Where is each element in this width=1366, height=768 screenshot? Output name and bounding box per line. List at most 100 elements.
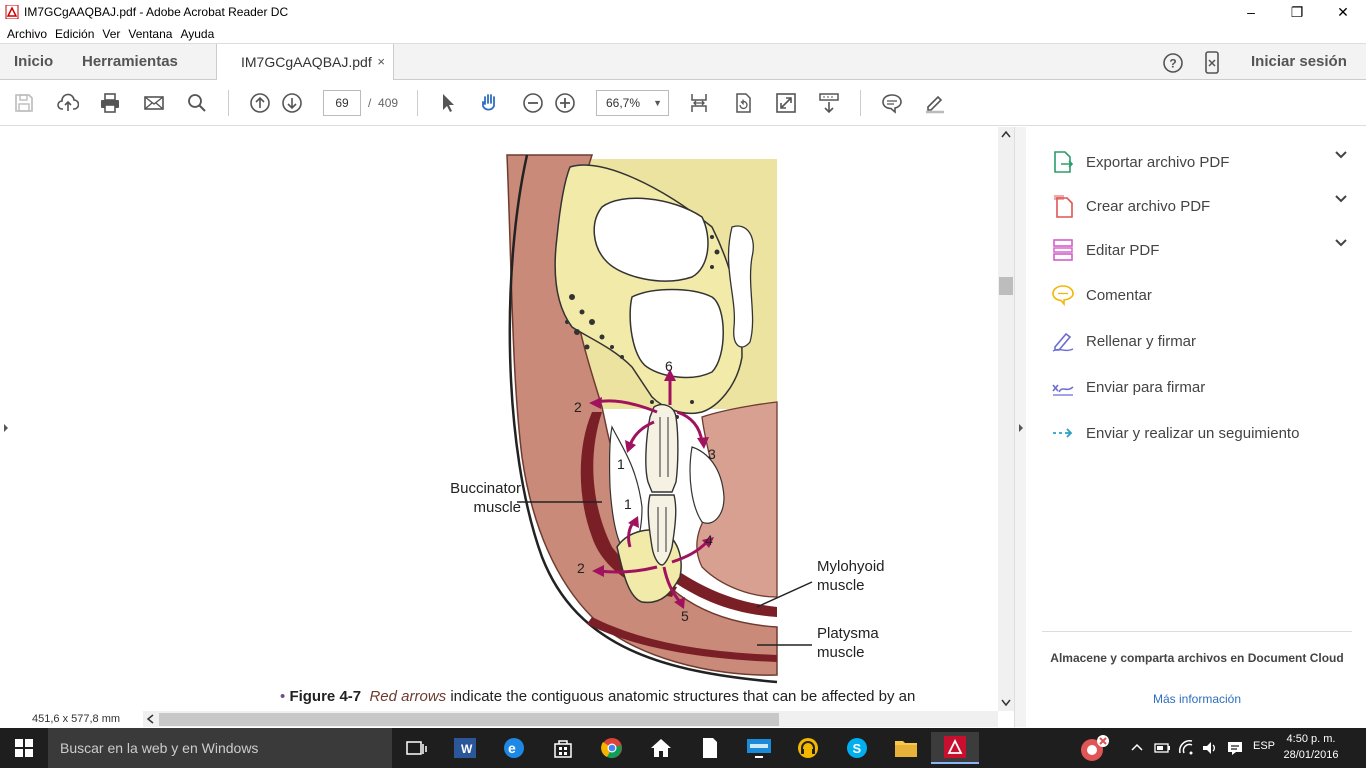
page-dimensions: 451,6 x 577,8 mm xyxy=(12,711,143,727)
cloud-upload-icon[interactable] xyxy=(56,91,80,115)
label-3: 3 xyxy=(708,446,716,462)
figure-caption: • Figure 4-7 Red arrows indicate the con… xyxy=(280,688,916,705)
close-window-button[interactable]: ✕ xyxy=(1320,0,1366,24)
label-5: 5 xyxy=(681,608,689,624)
select-cursor-icon[interactable] xyxy=(436,91,460,115)
scroll-mode-icon[interactable] xyxy=(817,91,841,115)
document-tab-label: IM7GCgAAQBAJ.pdf xyxy=(241,54,372,70)
print-icon[interactable] xyxy=(98,91,122,115)
skype-icon[interactable]: S xyxy=(833,732,881,764)
help-icon[interactable]: ? xyxy=(1162,52,1184,74)
acrobat-taskbar-icon[interactable] xyxy=(931,732,979,764)
email-icon[interactable] xyxy=(142,91,166,115)
tool-send-sign[interactable]: Enviar para firmar xyxy=(1051,372,1205,402)
tab-bar: Inicio Herramientas IM7GCgAAQBAJ.pdf × ?… xyxy=(0,43,1366,81)
clock-date: 28/01/2016 xyxy=(1283,749,1339,761)
tool-fill-sign[interactable]: Rellenar y firmar xyxy=(1051,326,1196,356)
lenovo-icon[interactable] xyxy=(735,732,783,764)
label-4: 4 xyxy=(705,532,713,548)
vertical-scrollbar[interactable] xyxy=(998,127,1014,711)
zoom-value: 66,7% xyxy=(606,96,641,110)
chrome-icon[interactable] xyxy=(588,732,636,764)
edge-icon[interactable]: e xyxy=(490,732,538,764)
page-number-input[interactable]: 69 xyxy=(323,90,361,116)
comment-toolbar-icon[interactable] xyxy=(880,91,904,115)
tab-inicio[interactable]: Inicio xyxy=(14,44,53,80)
previous-page-icon[interactable] xyxy=(248,91,272,115)
action-center-icon[interactable] xyxy=(1226,739,1244,757)
scroll-left-icon[interactable] xyxy=(146,714,154,724)
menu-ver[interactable]: Ver xyxy=(102,27,120,41)
battery-icon[interactable] xyxy=(1153,740,1171,756)
chevron-down-icon[interactable] xyxy=(1334,237,1348,251)
task-view-icon[interactable] xyxy=(392,732,440,764)
create-pdf-icon xyxy=(1051,194,1075,218)
fullscreen-icon[interactable] xyxy=(774,91,798,115)
start-button[interactable] xyxy=(0,728,48,768)
headphones-icon[interactable] xyxy=(784,732,832,764)
taskbar-search[interactable]: Buscar en la web y en Windows xyxy=(48,728,392,768)
zoom-out-icon[interactable] xyxy=(521,91,545,115)
highlight-pen-icon[interactable] xyxy=(923,91,947,115)
caption-italic: Red arrows xyxy=(369,688,447,705)
menu-ventana[interactable]: Ventana xyxy=(128,27,172,41)
rotate-icon[interactable] xyxy=(731,91,755,115)
chevron-down-icon[interactable] xyxy=(1334,193,1348,207)
next-page-icon[interactable] xyxy=(280,91,304,115)
search-icon[interactable] xyxy=(185,91,209,115)
left-panel-toggle[interactable] xyxy=(0,127,12,727)
vertical-scroll-thumb[interactable] xyxy=(999,277,1013,295)
document-icon[interactable] xyxy=(686,732,734,764)
home-icon[interactable] xyxy=(637,732,685,764)
windows-logo-icon xyxy=(15,739,33,757)
menu-archivo[interactable]: Archivo xyxy=(7,27,47,41)
scroll-up-icon[interactable] xyxy=(1001,130,1011,138)
word-icon[interactable]: W xyxy=(441,732,489,764)
sign-in-button[interactable]: Iniciar sesión xyxy=(1251,44,1347,80)
menu-bar: Archivo Edición Ver Ventana Ayuda xyxy=(0,24,1366,43)
page-separator: / xyxy=(368,96,372,110)
notification-app-icon[interactable] xyxy=(1070,732,1118,764)
zoom-select[interactable]: 66,7% ▼ xyxy=(596,90,669,116)
minimize-button[interactable]: – xyxy=(1228,0,1274,24)
hand-tool-icon[interactable] xyxy=(478,91,502,115)
clock[interactable]: 4:50 p. m. 28/01/2016 xyxy=(1283,731,1339,763)
tab-herramientas[interactable]: Herramientas xyxy=(82,44,178,80)
wifi-icon[interactable] xyxy=(1178,739,1196,757)
save-icon[interactable] xyxy=(12,91,36,115)
menu-edicion[interactable]: Edición xyxy=(55,27,94,41)
horizontal-scroll-thumb[interactable] xyxy=(159,713,779,726)
chevron-down-icon[interactable] xyxy=(1334,149,1348,163)
input-language[interactable]: ESP xyxy=(1253,740,1275,752)
caption-label: Figure 4-7 xyxy=(289,688,362,705)
title-bar: IM7GCgAAQBAJ.pdf - Adobe Acrobat Reader … xyxy=(0,0,1366,24)
show-hidden-icons[interactable] xyxy=(1130,742,1144,752)
volume-icon[interactable] xyxy=(1201,739,1219,757)
mobile-link-icon[interactable] xyxy=(1203,51,1221,75)
caption-text: indicate the contiguous anatomic structu… xyxy=(446,688,916,705)
tab-document[interactable]: IM7GCgAAQBAJ.pdf × xyxy=(216,44,394,81)
tool-send-track[interactable]: Enviar y realizar un seguimiento xyxy=(1051,418,1299,448)
fill-sign-icon xyxy=(1051,329,1075,353)
scroll-down-icon[interactable] xyxy=(1001,699,1011,707)
zoom-in-icon[interactable] xyxy=(553,91,577,115)
tool-comment[interactable]: Comentar xyxy=(1051,280,1152,310)
menu-ayuda[interactable]: Ayuda xyxy=(180,27,214,41)
tool-edit-pdf[interactable]: Editar PDF xyxy=(1051,235,1347,265)
close-tab-icon[interactable]: × xyxy=(377,44,385,80)
right-panel-toggle[interactable] xyxy=(1014,127,1026,727)
expand-left-icon xyxy=(4,424,8,432)
label-1-lower: 1 xyxy=(624,496,632,512)
file-explorer-icon[interactable] xyxy=(882,732,930,764)
tool-export-pdf[interactable]: Exportar archivo PDF xyxy=(1051,147,1347,177)
page-total: / 409 xyxy=(368,96,398,110)
edit-pdf-icon xyxy=(1051,238,1075,262)
more-info-link[interactable]: Más información xyxy=(1042,692,1352,706)
document-view[interactable]: 6 2 3 1 1 4 2 5 Buccinator muscle Mylohy… xyxy=(12,127,998,711)
tool-create-pdf[interactable]: Crear archivo PDF xyxy=(1051,191,1347,221)
fit-width-icon[interactable] xyxy=(687,91,711,115)
restore-button[interactable]: ❐ xyxy=(1274,0,1320,24)
tool-label: Editar PDF xyxy=(1086,241,1160,259)
store-icon[interactable] xyxy=(539,732,587,764)
tools-panel: Exportar archivo PDF Crear archivo PDF E… xyxy=(1026,127,1366,727)
